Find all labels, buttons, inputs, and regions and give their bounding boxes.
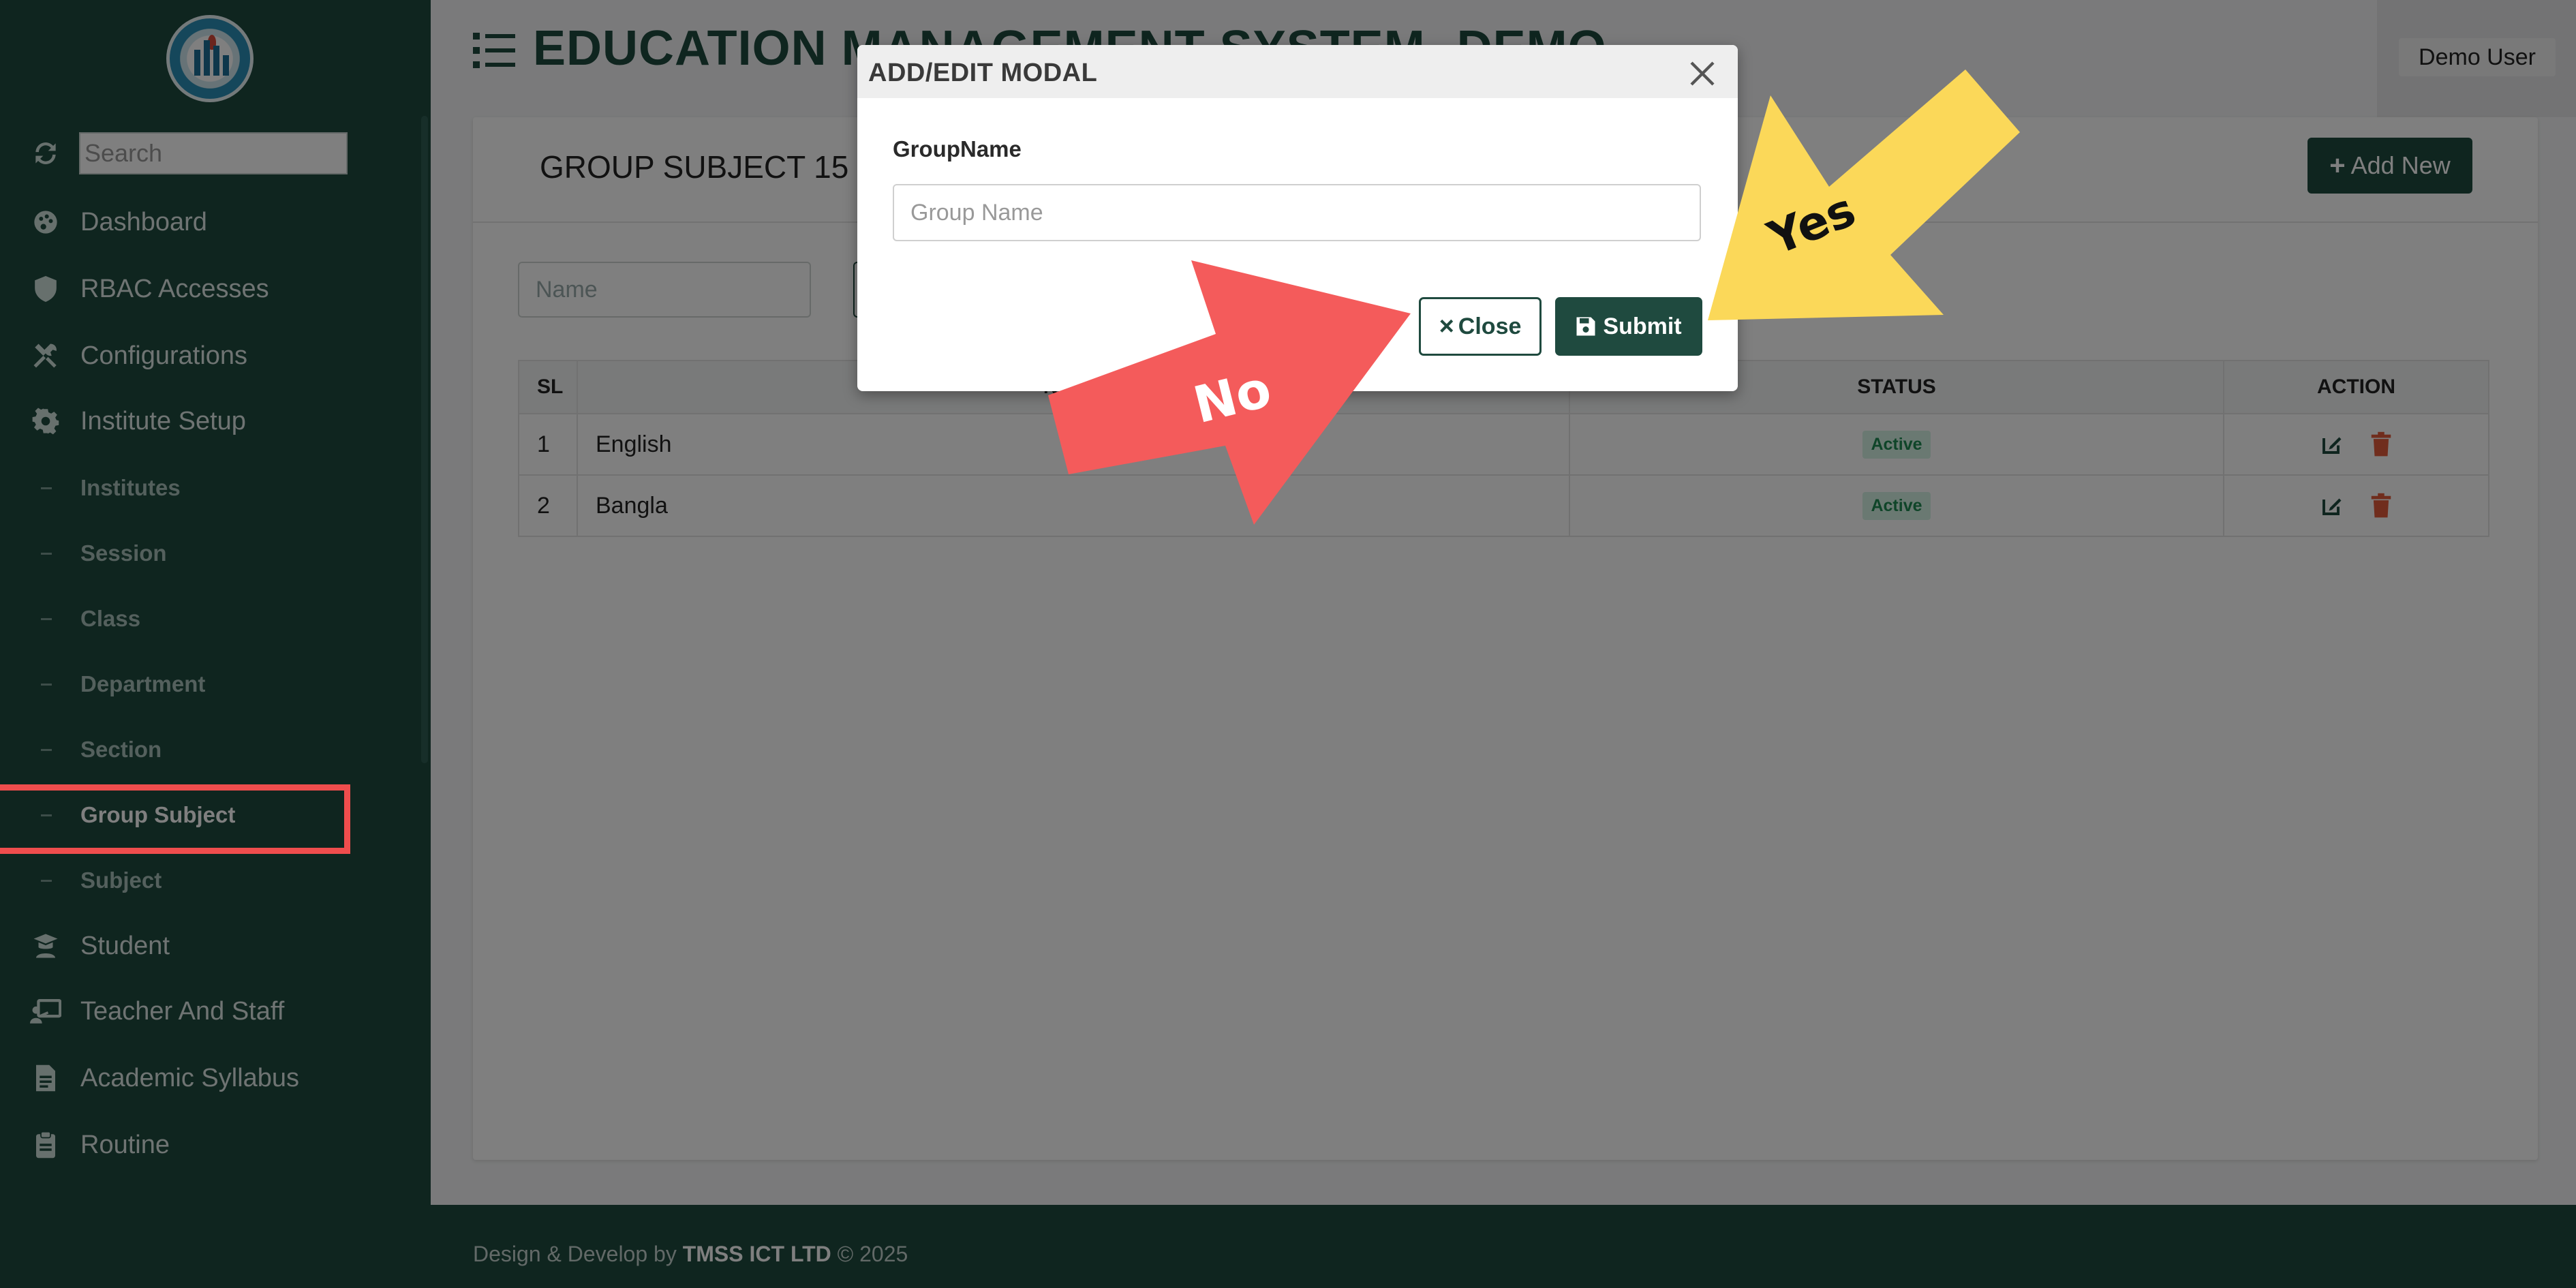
submit-button-label: Submit [1603,313,1682,339]
highlight-box [0,784,350,854]
x-icon: × [1439,311,1454,341]
close-button-label: Close [1458,313,1522,339]
save-icon [1576,316,1596,337]
add-edit-modal: ADD/EDIT MODAL GroupName × Close Submit [857,45,1738,391]
submit-button[interactable]: Submit [1555,297,1702,356]
close-icon[interactable] [1683,55,1721,93]
modal-title: ADD/EDIT MODAL [868,59,1098,87]
group-name-input[interactable] [893,184,1701,241]
close-button[interactable]: × Close [1419,297,1542,356]
group-name-label: GroupName [893,136,1022,162]
